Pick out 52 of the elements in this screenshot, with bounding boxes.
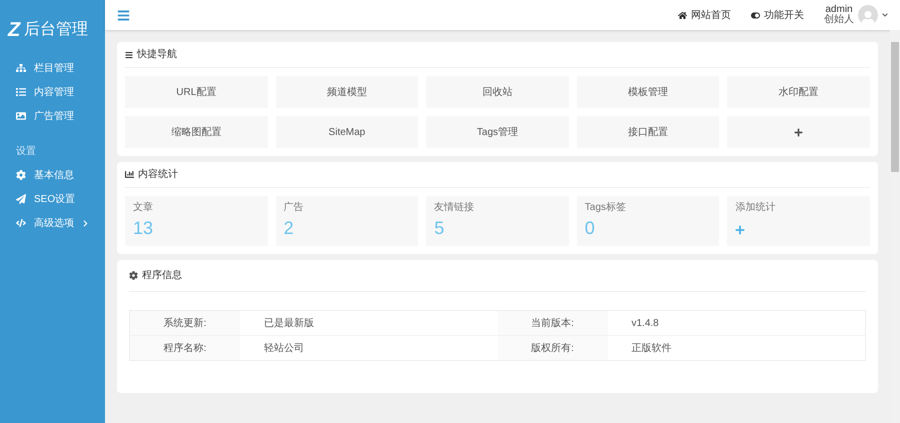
chart-icon bbox=[125, 170, 134, 179]
stat-label: 广告 bbox=[284, 200, 305, 215]
shortcut-button[interactable]: URL配置 bbox=[125, 76, 268, 108]
info-value: 轻站公司 bbox=[263, 342, 305, 356]
shortcut-button[interactable]: 接口配置 bbox=[576, 116, 720, 148]
gear-icon bbox=[16, 170, 26, 180]
chevron-icon bbox=[82, 220, 89, 226]
shortcut-button[interactable]: 缩略图配置 bbox=[125, 116, 268, 148]
stat-label: Tags标签 bbox=[584, 200, 627, 215]
caret-icon[interactable] bbox=[882, 12, 888, 18]
sidebar-section-title: 设置 bbox=[15, 144, 37, 159]
logo-mark: Z bbox=[8, 20, 20, 40]
list-icon bbox=[16, 87, 26, 97]
shortcut-button[interactable]: 回收站 bbox=[426, 76, 569, 108]
stat-label: 友情链接 bbox=[434, 200, 476, 215]
user-name: admin bbox=[825, 5, 853, 15]
menu-icon[interactable] bbox=[117, 8, 130, 22]
sitemap-icon bbox=[16, 63, 26, 73]
card-title: 快捷导航 bbox=[137, 48, 177, 62]
logo-title: 后台管理 bbox=[24, 22, 88, 38]
shortcut-button[interactable]: 模板管理 bbox=[576, 76, 720, 108]
info-label: 当前版本: bbox=[498, 311, 608, 335]
shortcut-button[interactable]: Tags管理 bbox=[426, 116, 569, 148]
shortcut-button[interactable]: 频道模型 bbox=[276, 76, 418, 108]
toggle-icon bbox=[751, 10, 760, 20]
info-label: 程序名称: bbox=[130, 336, 240, 360]
code-icon bbox=[16, 218, 26, 228]
stat-value: 13 bbox=[133, 217, 154, 240]
stat-value: 0 bbox=[584, 217, 596, 240]
send-icon bbox=[16, 194, 26, 204]
header-link[interactable]: 网站首页 bbox=[678, 8, 731, 22]
shortcut-button[interactable]: 水印配置 bbox=[727, 76, 870, 108]
stat-value: 2 bbox=[284, 217, 295, 240]
header-link[interactable]: 功能开关 bbox=[751, 8, 804, 22]
user-role: 创始人 bbox=[824, 15, 854, 25]
info-value: 正版软件 bbox=[630, 342, 672, 356]
stat-label: 文章 bbox=[133, 200, 154, 215]
list-icon bbox=[125, 50, 133, 58]
stat-label: 添加统计 bbox=[735, 200, 776, 215]
info-value: 已是最新版 bbox=[263, 316, 315, 330]
info-label: 版权所有: bbox=[498, 336, 608, 360]
home-icon bbox=[678, 10, 687, 20]
gear-icon bbox=[129, 271, 138, 280]
stat-value: 5 bbox=[434, 217, 446, 240]
plus-icon bbox=[794, 128, 804, 136]
image-icon bbox=[16, 111, 26, 121]
card-title: 程序信息 bbox=[142, 268, 182, 283]
plus-icon[interactable] bbox=[735, 225, 746, 235]
card-title: 内容统计 bbox=[138, 168, 178, 182]
info-value: v1.4.8 bbox=[630, 316, 660, 330]
info-label: 系统更新: bbox=[130, 311, 240, 335]
shortcut-button[interactable]: SiteMap bbox=[276, 116, 418, 148]
